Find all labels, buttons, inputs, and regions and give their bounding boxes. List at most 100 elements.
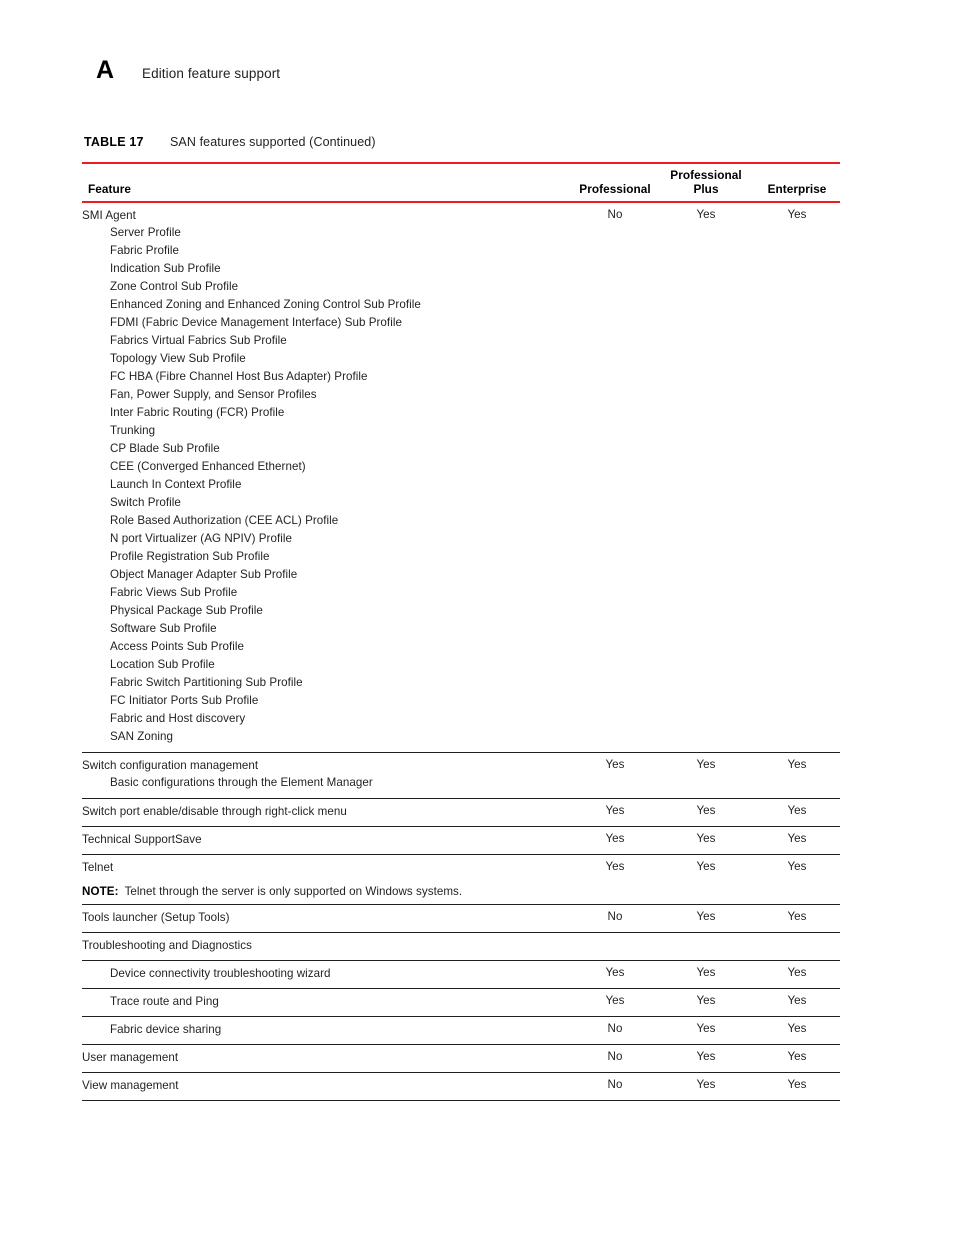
feature-sub-item: Fabric and Host discovery — [110, 712, 246, 725]
table-caption-text: SAN features supported (Continued) — [170, 135, 376, 149]
feature-sub-item: Access Points Sub Profile — [110, 640, 244, 653]
column-header-feature: Feature — [82, 162, 572, 203]
table-row: SMI Agent Server Profile Fabric Profile Ind… — [82, 202, 840, 753]
cell-professional: No — [572, 1016, 658, 1045]
table-caption-label: TABLE 17 — [84, 135, 144, 149]
cell-professional: No — [572, 904, 658, 933]
cell-enterprise: Yes — [754, 1016, 840, 1045]
column-header-enterprise: Enterprise — [754, 162, 840, 203]
feature-sub-item: Fabric Views Sub Profile — [110, 586, 238, 599]
cell-professional-plus: Yes — [658, 960, 754, 989]
table-row: Device connectivity troubleshooting wiza… — [82, 960, 840, 989]
feature-sub-item: Trunking — [110, 424, 156, 437]
cell-feature: Tools launcher (Setup Tools) — [82, 904, 572, 933]
feature-sub-item: Physical Package Sub Profile — [110, 604, 263, 617]
feature-sub-item: Fabrics Virtual Fabrics Sub Profile — [110, 334, 287, 347]
table-body: SMI Agent Server Profile Fabric Profile Ind… — [82, 202, 840, 1101]
feature-sub-item: FC Initiator Ports Sub Profile — [110, 694, 259, 707]
feature-sub-item: Software Sub Profile — [110, 622, 217, 635]
feature-sub-item: CEE (Converged Enhanced Ethernet) — [110, 460, 306, 473]
column-header-professional: Professional — [572, 162, 658, 203]
cell-professional: No — [572, 1044, 658, 1073]
feature-name: Switch port enable/disable through right… — [82, 805, 347, 818]
cell-professional — [572, 932, 658, 961]
feature-sub-item: Inter Fabric Routing (FCR) Profile — [110, 406, 285, 419]
feature-sub-item: Server Profile — [110, 226, 181, 239]
feature-sub-item: Indication Sub Profile — [110, 262, 221, 275]
cell-professional-plus: Yes — [658, 826, 754, 855]
cell-enterprise: Yes — [754, 752, 840, 799]
cell-professional: Yes — [572, 826, 658, 855]
feature-sub-item: Role Based Authorization (CEE ACL) Profi… — [110, 514, 339, 527]
cell-professional-plus: Yes — [658, 904, 754, 933]
cell-enterprise: Yes — [754, 826, 840, 855]
cell-professional-plus: Yes — [658, 798, 754, 827]
feature-name: Fabric device sharing — [110, 1023, 222, 1036]
cell-feature: Telnet NOTE: Telnet through the server is … — [82, 854, 572, 905]
feature-sub-item: Fabric Profile — [110, 244, 179, 257]
feature-name: Device connectivity troubleshooting wiza… — [110, 967, 331, 980]
table-row: Switch port enable/disable through right… — [82, 798, 840, 827]
feature-name: SMI Agent — [82, 209, 136, 222]
table-row: Telnet NOTE: Telnet through the server is … — [82, 854, 840, 905]
cell-feature: View management — [82, 1072, 572, 1101]
cell-professional-plus: Yes — [696, 208, 716, 221]
cell-enterprise: Yes — [787, 208, 807, 221]
note-text: Telnet through the server is only suppor… — [124, 885, 463, 898]
feature-name: User management — [82, 1051, 179, 1064]
feature-sub-item: N port Virtualizer (AG NPIV) Profile — [110, 532, 292, 545]
table-header: Feature Professional Professional Plus E… — [82, 162, 840, 203]
table-header-row: Feature Professional Professional Plus E… — [82, 162, 840, 203]
table-row: Fabric device sharing No Yes Yes — [82, 1016, 840, 1045]
cell-enterprise: Yes — [754, 854, 840, 905]
feature-sub-list: Server Profile Fabric Profile Indication S… — [82, 224, 572, 746]
table-row: User management No Yes Yes — [82, 1044, 840, 1073]
cell-enterprise: Yes — [754, 1072, 840, 1101]
cell-professional-plus: Yes — [658, 854, 754, 905]
cell-feature: Switch port enable/disable through right… — [82, 798, 572, 827]
table-row: Trace route and Ping Yes Yes Yes — [82, 988, 840, 1017]
feature-name: Switch configuration management — [82, 759, 259, 772]
chapter-title: Edition feature support — [142, 66, 281, 81]
feature-sub-item: Launch In Context Profile — [110, 478, 242, 491]
feature-name: Tools launcher (Setup Tools) — [82, 911, 230, 924]
cell-feature: Device connectivity troubleshooting wiza… — [82, 960, 572, 989]
feature-name: Trace route and Ping — [110, 995, 219, 1008]
feature-sub-item: Zone Control Sub Profile — [110, 280, 239, 293]
feature-sub-item: SAN Zoning — [110, 730, 174, 743]
table-caption: TABLE 17 SAN features supported (Continu… — [84, 135, 376, 149]
feature-name: Technical SupportSave — [82, 833, 202, 846]
cell-professional-plus: Yes — [658, 752, 754, 799]
chapter-letter: A — [96, 56, 115, 84]
cell-feature: Trace route and Ping — [82, 988, 572, 1017]
cell-professional: Yes — [572, 988, 658, 1017]
cell-feature: Troubleshooting and Diagnostics — [82, 932, 572, 961]
cell-enterprise: Yes — [754, 1044, 840, 1073]
feature-sub-item: Profile Registration Sub Profile — [110, 550, 270, 563]
feature-sub-item: Switch Profile — [110, 496, 181, 509]
san-features-table: Feature Professional Professional Plus E… — [82, 162, 840, 1101]
table-row: Switch configuration management Basic con… — [82, 752, 840, 799]
cell-professional-plus: Yes — [658, 1016, 754, 1045]
feature-sub-item: FC HBA (Fibre Channel Host Bus Adapter) … — [110, 370, 368, 383]
cell-enterprise: Yes — [754, 798, 840, 827]
feature-sub-item: Location Sub Profile — [110, 658, 215, 671]
cell-professional: No — [572, 1072, 658, 1101]
feature-note: NOTE: Telnet through the server is only s… — [82, 885, 572, 898]
cell-feature: User management — [82, 1044, 572, 1073]
cell-professional: Yes — [572, 854, 658, 905]
cell-feature: Fabric device sharing — [82, 1016, 572, 1045]
feature-name: Troubleshooting and Diagnostics — [82, 939, 252, 952]
cell-professional: No — [607, 208, 623, 221]
page-running-header: A Edition feature support — [96, 56, 280, 85]
feature-sub-list: Basic configurations through the Element… — [82, 774, 572, 792]
cell-enterprise: Yes — [754, 904, 840, 933]
cell-professional-plus: Yes — [658, 1044, 754, 1073]
feature-sub-item: Enhanced Zoning and Enhanced Zoning Cont… — [110, 298, 421, 311]
feature-sub-item: FDMI (Fabric Device Management Interface… — [110, 316, 402, 329]
table-row: View management No Yes Yes — [82, 1072, 840, 1101]
cell-professional: Yes — [572, 798, 658, 827]
cell-professional: Yes — [572, 752, 658, 799]
cell-professional: Yes — [572, 960, 658, 989]
cell-feature: SMI Agent Server Profile Fabric Profile Ind… — [82, 202, 572, 753]
